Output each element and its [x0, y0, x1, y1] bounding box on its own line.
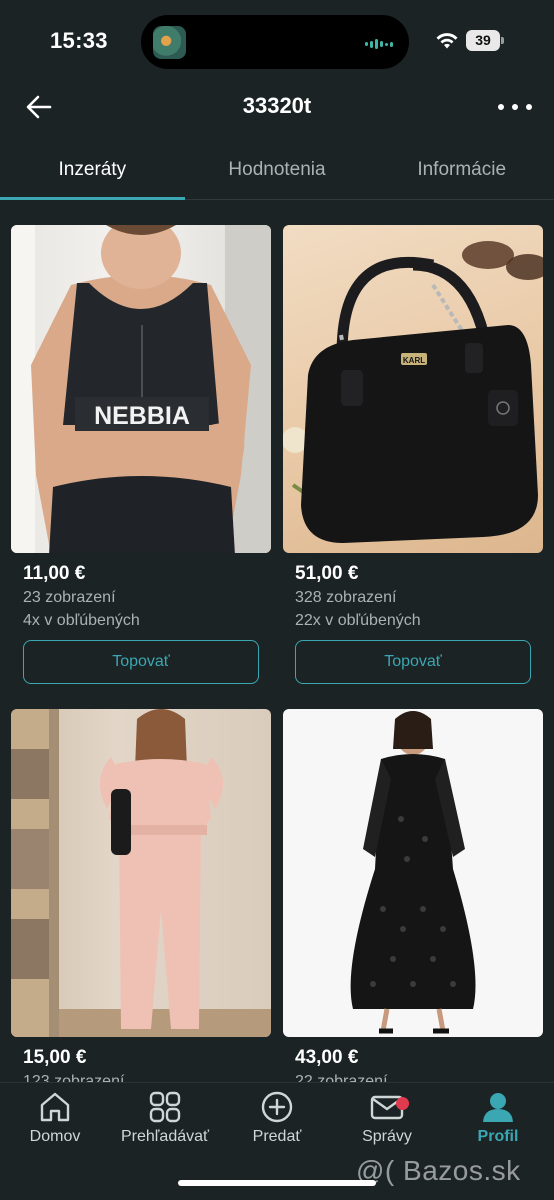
tab-sell[interactable]: Predať — [222, 1091, 332, 1146]
status-time: 15:33 — [50, 28, 108, 53]
listing-price: 15,00 € — [23, 1047, 87, 1068]
more-options-icon[interactable] — [498, 92, 532, 122]
dynamic-island — [141, 15, 409, 69]
tab-profile[interactable]: Profil — [443, 1091, 553, 1146]
tab-messages-label: Správy — [362, 1128, 412, 1145]
user-icon — [483, 1093, 513, 1122]
promote-button[interactable]: Topovať — [295, 640, 531, 684]
unread-badge — [396, 1097, 409, 1110]
listing-image-handbag[interactable]: KARL — [283, 225, 543, 553]
grid-icon — [149, 1091, 181, 1123]
listing-card[interactable]: 15,00 € 123 zobrazení — [11, 709, 271, 1092]
brand-print-text: NEBBIA — [94, 402, 190, 430]
now-playing-artwork-icon — [153, 26, 186, 59]
home-icon — [40, 1092, 70, 1122]
listing-image-jumpsuit[interactable] — [11, 709, 271, 1037]
battery-level: 39 — [466, 30, 500, 51]
navigation-bar: 33320t — [0, 80, 554, 136]
battery-icon: 39 — [466, 30, 504, 51]
listing-image-sports-top[interactable]: NEBBIA — [11, 225, 271, 553]
page-title: 33320t — [242, 93, 312, 118]
tab-messages[interactable]: Správy — [332, 1091, 442, 1146]
tab-profile-label: Profil — [477, 1128, 519, 1145]
jumpsuit-photo — [11, 709, 271, 1037]
listing-favorites: 4x v obľúbených — [23, 612, 140, 629]
sports-top-photo: NEBBIA — [11, 225, 271, 553]
listing-price: 51,00 € — [295, 563, 359, 584]
tab-browse-label: Prehľadávať — [120, 1128, 210, 1145]
tab-home-label: Domov — [29, 1128, 81, 1145]
listing-card[interactable]: 43,00 € 22 zobrazení — [283, 709, 543, 1092]
wifi-icon — [436, 33, 458, 49]
watermark: @( Bazos.sk — [356, 1155, 521, 1186]
listing-price: 43,00 € — [295, 1047, 359, 1068]
listing-card[interactable]: KARL 51,00 € 328 zobrazení 22x v obľúben… — [283, 225, 543, 684]
listing-views: 328 zobrazení — [295, 589, 397, 606]
dress-photo — [350, 711, 476, 1034]
plus-circle-icon — [261, 1091, 293, 1123]
tab-home[interactable]: Domov — [0, 1091, 110, 1146]
promote-button[interactable]: Topovať — [23, 640, 259, 684]
audio-wave-icon — [365, 39, 393, 49]
listing-card[interactable]: NEBBIA 11,00 € 23 zobrazení 4x v obľúben… — [11, 225, 271, 684]
tab-sell-label: Predať — [252, 1128, 302, 1145]
status-bar: 15:33 39 — [0, 0, 554, 80]
tab-browse[interactable]: Prehľadávať — [110, 1091, 220, 1146]
tab-ratings[interactable]: Hodnotenia — [185, 146, 370, 199]
listing-favorites: 22x v obľúbených — [295, 612, 421, 629]
listing-views: 23 zobrazení — [23, 589, 116, 606]
home-indicator[interactable] — [178, 1180, 376, 1186]
tab-listings[interactable]: Inzeráty — [0, 146, 185, 200]
profile-tabs: Inzeráty Hodnotenia Informácie — [0, 146, 554, 200]
tab-information[interactable]: Informácie — [369, 146, 554, 199]
brand-plaque-text: KARL — [403, 356, 425, 365]
handbag-photo: KARL — [283, 241, 543, 543]
listing-price: 11,00 € — [23, 563, 86, 584]
listing-image-dress[interactable] — [283, 709, 543, 1037]
